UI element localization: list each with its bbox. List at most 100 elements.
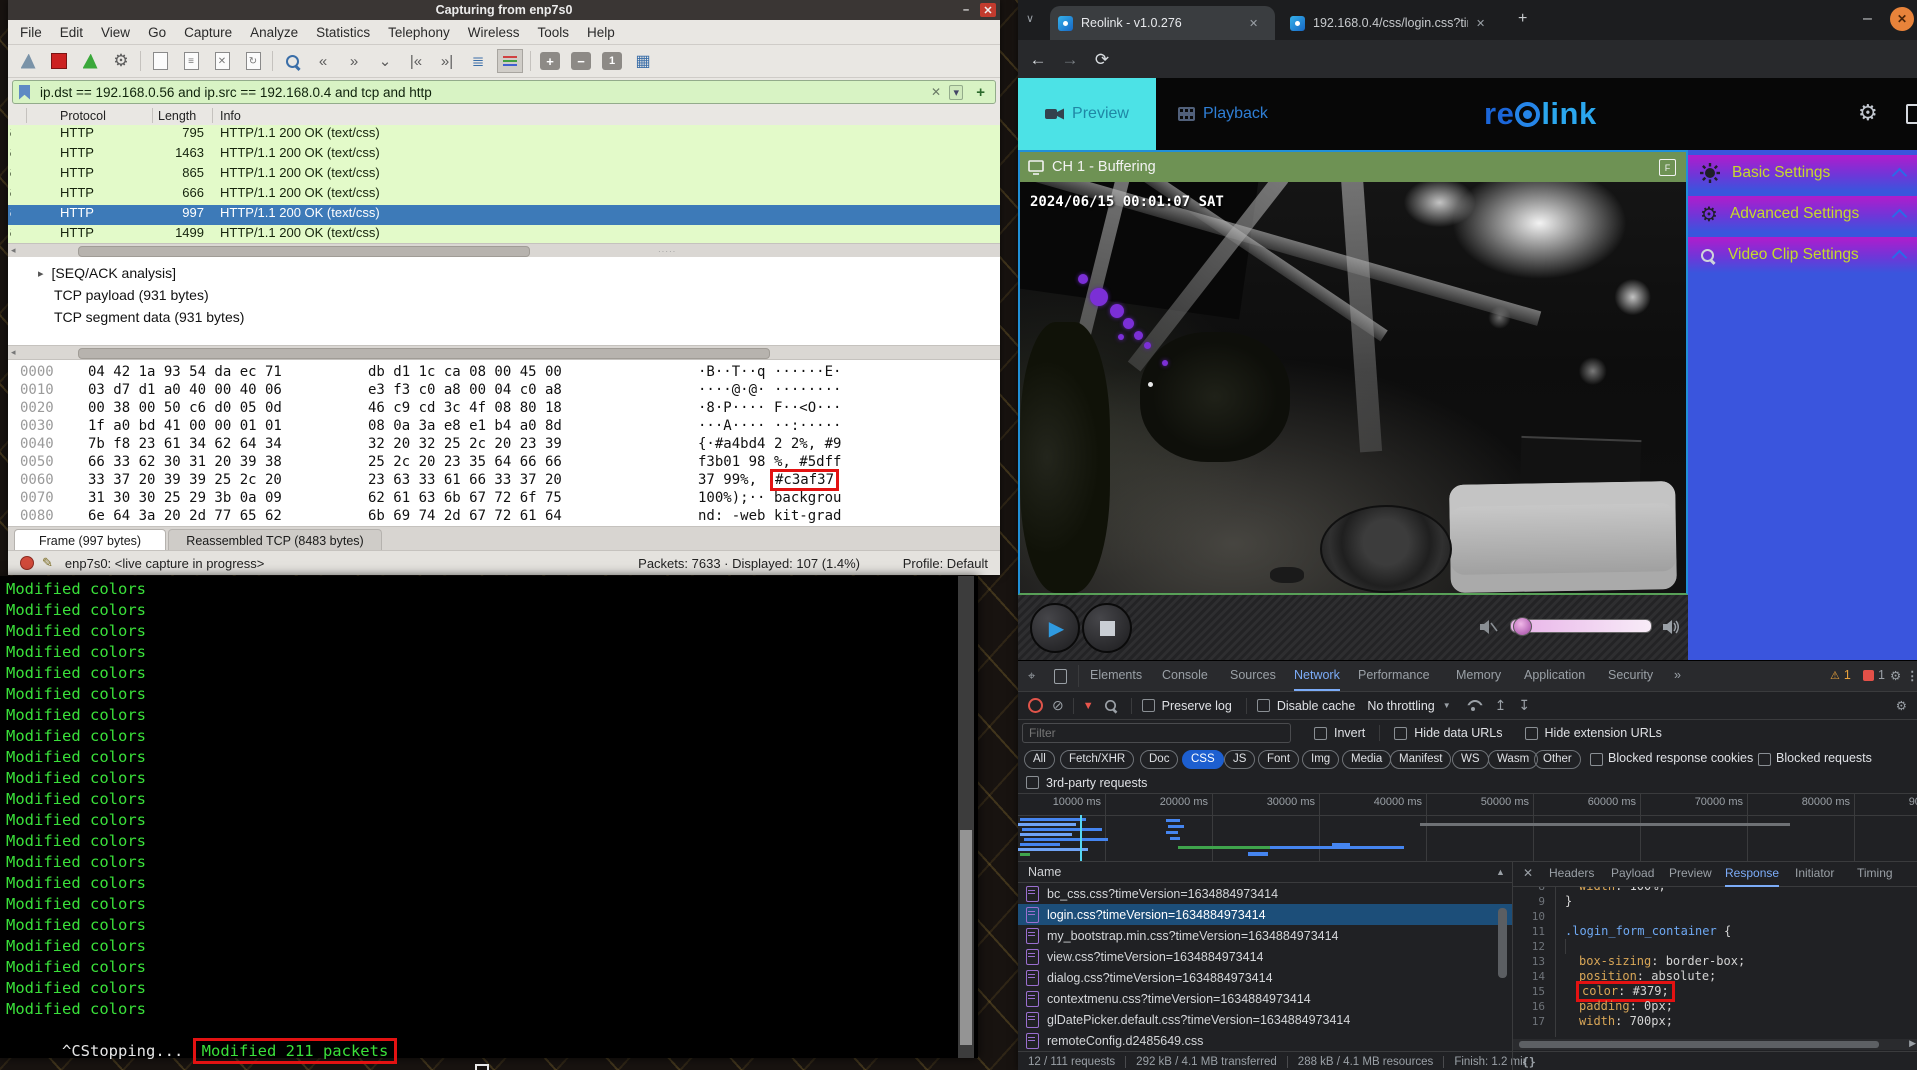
menu-view[interactable]: View xyxy=(101,25,130,40)
find-packet-icon[interactable] xyxy=(280,50,304,72)
window-minimize-button[interactable]: – xyxy=(1863,10,1872,28)
speaker-icon[interactable] xyxy=(1663,619,1681,635)
profile-text[interactable]: Profile: Default xyxy=(903,556,988,571)
close-file-icon[interactable]: ✕ xyxy=(210,50,234,72)
timeline-ruler[interactable]: 10000 ms 20000 ms 30000 ms 40000 ms 5000… xyxy=(1018,793,1917,816)
menu-edit[interactable]: Edit xyxy=(60,25,83,40)
capture-start-icon[interactable] xyxy=(16,50,40,72)
terminal-prompt[interactable]: (env) pi@pitap:~/netsec-djw2/final/scrip… xyxy=(6,1046,489,1067)
new-tab-button[interactable]: + xyxy=(1518,10,1527,28)
devtools-tab-sources[interactable]: Sources xyxy=(1230,661,1276,689)
tab-payload[interactable]: Payload xyxy=(1611,861,1654,885)
zoom-out-icon[interactable]: − xyxy=(569,50,593,72)
wireshark-titlebar[interactable]: Capturing from enp7s0 – ✕ xyxy=(8,0,1000,20)
menu-analyze[interactable]: Analyze xyxy=(250,25,298,40)
code-hscrollbar-thumb[interactable] xyxy=(1519,1041,1879,1048)
play-button[interactable]: ▶ xyxy=(1030,603,1080,653)
format-braces-icon[interactable]: {} xyxy=(1522,1055,1536,1069)
response-code[interactable]: 8width: 100%; 9} 10 11.login_form_contai… xyxy=(1513,887,1917,1037)
code-hscrollbar[interactable]: ▶ xyxy=(1513,1039,1917,1050)
network-settings-gear-icon[interactable]: ⚙ xyxy=(1896,698,1907,713)
colorize-icon[interactable] xyxy=(497,49,523,73)
browser-tab-reolink[interactable]: Reolink - v1.0.276 ✕ xyxy=(1050,6,1275,40)
devtools-tab-console[interactable]: Console xyxy=(1162,661,1208,689)
throttling-select[interactable]: No throttling xyxy=(1367,699,1434,713)
invert-label[interactable]: Invert xyxy=(1334,726,1365,740)
request-list-scrollbar[interactable] xyxy=(1498,908,1507,978)
hex-row[interactable]: 00301f a0 bd 41 00 00 01 0108 0a 3a e8 e… xyxy=(8,418,1000,436)
packet-row-selected[interactable]: 6 HTTP997HTTP/1.1 200 OK (text/css) xyxy=(8,205,1000,225)
chip-fetch-xhr[interactable]: Fetch/XHR xyxy=(1060,750,1134,769)
hide-extension-urls-checkbox[interactable] xyxy=(1525,727,1538,740)
errors-badge[interactable]: 1 xyxy=(1863,668,1885,682)
packet-row[interactable]: 6 HTTP1499HTTP/1.1 200 OK (text/css) xyxy=(8,225,1000,243)
name-column-header[interactable]: Name ▲ xyxy=(1018,861,1512,883)
hide-data-urls-checkbox[interactable] xyxy=(1394,727,1407,740)
filter-add-icon[interactable]: + xyxy=(976,84,985,101)
channel-titlebar[interactable]: CH 1 - Buffering F xyxy=(1020,152,1686,182)
request-row[interactable]: my_bootstrap.min.css?timeVersion=1634884… xyxy=(1018,925,1512,946)
tab-close-icon[interactable]: ✕ xyxy=(1249,17,1258,30)
reload-file-icon[interactable]: ↻ xyxy=(241,50,265,72)
third-party-label[interactable]: 3rd-party requests xyxy=(1046,776,1147,790)
chip-manifest[interactable]: Manifest xyxy=(1390,750,1451,769)
capture-stop-icon[interactable] xyxy=(47,50,71,72)
stop-button[interactable] xyxy=(1082,603,1132,653)
blocked-requests-checkbox[interactable] xyxy=(1758,753,1771,766)
devtools-tab-security[interactable]: Security xyxy=(1608,661,1653,689)
request-row[interactable]: remoteConfig.d2485649.css xyxy=(1018,1030,1512,1051)
menu-statistics[interactable]: Statistics xyxy=(316,25,370,40)
autoscroll-icon[interactable]: ≣ xyxy=(466,50,490,72)
devtools-tab-memory[interactable]: Memory xyxy=(1456,661,1501,689)
menu-go[interactable]: Go xyxy=(148,25,166,40)
save-file-icon[interactable]: ≡ xyxy=(179,50,203,72)
menu-file[interactable]: File xyxy=(20,25,42,40)
open-file-icon[interactable] xyxy=(148,50,172,72)
preserve-log-label[interactable]: Preserve log xyxy=(1162,699,1232,713)
clear-icon[interactable]: ⊘ xyxy=(1052,697,1064,714)
tab-initiator[interactable]: Initiator xyxy=(1795,861,1834,885)
column-info[interactable]: Info xyxy=(220,109,241,123)
hex-row[interactable]: 001003 d7 d1 a0 40 00 40 06e3 f3 c0 a8 0… xyxy=(8,382,1000,400)
third-party-checkbox[interactable] xyxy=(1026,776,1039,789)
chip-wasm[interactable]: Wasm xyxy=(1488,750,1538,769)
tab-timing[interactable]: Timing xyxy=(1857,861,1893,885)
camera-video[interactable]: 2024/06/15 00:01:07 SAT xyxy=(1020,182,1686,593)
detail-row[interactable]: ▸ [SEQ/ACK analysis] xyxy=(38,263,176,283)
disable-cache-checkbox[interactable] xyxy=(1257,699,1270,712)
filter-bookmark-icon[interactable] xyxy=(19,85,30,100)
menu-help[interactable]: Help xyxy=(587,25,615,40)
go-back-icon[interactable]: « xyxy=(311,50,335,72)
hide-data-urls-label[interactable]: Hide data URLs xyxy=(1414,726,1502,740)
go-last-icon[interactable]: »| xyxy=(435,50,459,72)
request-row[interactable]: contextmenu.css?timeVersion=163488497341… xyxy=(1018,988,1512,1009)
devtools-tab-performance[interactable]: Performance xyxy=(1358,661,1430,689)
preserve-log-checkbox[interactable] xyxy=(1142,699,1155,712)
terminal-scrollbar[interactable] xyxy=(958,576,974,1058)
chip-img[interactable]: Img xyxy=(1302,750,1339,769)
expand-triangle-icon[interactable]: ▸ xyxy=(38,267,44,280)
sidebar-item-video-clip-settings[interactable]: Video Clip Settings xyxy=(1688,237,1917,273)
tab-response[interactable]: Response xyxy=(1725,861,1779,887)
chip-css[interactable]: CSS xyxy=(1182,750,1224,769)
mute-icon[interactable] xyxy=(1480,619,1498,635)
packet-list-header[interactable]: Protocol Length Info xyxy=(8,106,1000,126)
menu-telephony[interactable]: Telephony xyxy=(388,25,450,40)
detail-row[interactable]: TCP segment data (931 bytes) xyxy=(54,307,244,327)
disable-cache-label[interactable]: Disable cache xyxy=(1277,699,1356,713)
request-row[interactable]: bc_css.css?timeVersion=1634884973414 xyxy=(1018,883,1512,904)
inspect-icon[interactable]: ⌖ xyxy=(1028,668,1035,684)
throttling-caret-icon[interactable]: ▼ xyxy=(1443,701,1451,710)
devtools-tab-elements[interactable]: Elements xyxy=(1090,661,1142,689)
settings-gear-icon[interactable]: ⚙ xyxy=(1858,100,1878,126)
column-length[interactable]: Length xyxy=(158,109,196,123)
go-forward-icon[interactable]: » xyxy=(342,50,366,72)
tab-frame-bytes[interactable]: Frame (997 bytes) xyxy=(14,529,166,551)
zoom-in-icon[interactable]: + xyxy=(538,50,562,72)
reolink-tab-preview[interactable]: Preview xyxy=(1018,78,1156,150)
filter-clear-icon[interactable]: ✕ xyxy=(931,85,941,99)
resize-columns-icon[interactable]: ▦ xyxy=(631,50,655,72)
tab-close-icon[interactable]: ✕ xyxy=(1476,17,1485,30)
partial-toolbar-icon[interactable] xyxy=(1906,104,1917,124)
import-har-icon[interactable]: ↥ xyxy=(1495,697,1507,714)
